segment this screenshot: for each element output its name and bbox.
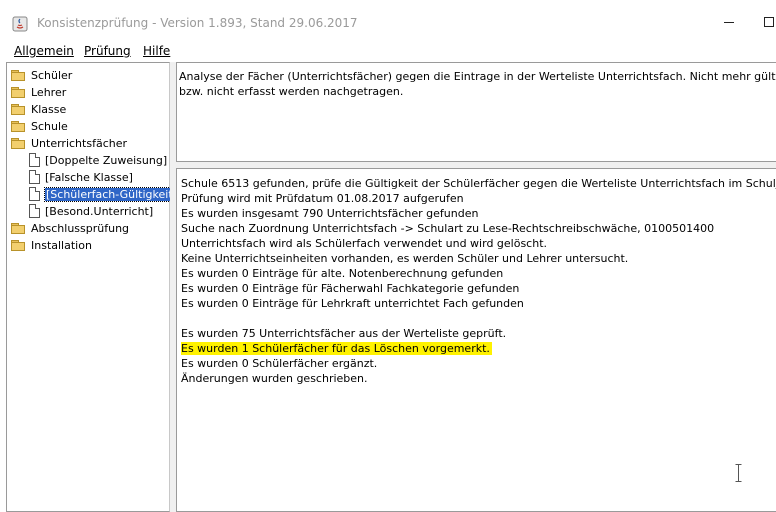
log-line: Schule 6513 gefunden, prüfe die Gültigke… <box>181 177 776 190</box>
maximize-button[interactable] <box>760 12 776 32</box>
log-line: Unterrichtsfach wird als Schülerfach ver… <box>181 237 548 250</box>
tree-item-label: Schüler <box>31 68 73 82</box>
tree-item-label: Lehrer <box>31 85 67 99</box>
log-output-pane[interactable]: Schule 6513 gefunden, prüfe die Gültigke… <box>176 168 776 512</box>
tree-item-label: Klasse <box>31 102 67 116</box>
description-pane: Analyse der Fächer (Unterrichtsfächer) g… <box>176 62 776 162</box>
log-line: Prüfung wird mit Prüfdatum 01.08.2017 au… <box>181 192 464 205</box>
log-line: Es wurden 0 Schülerfächer ergänzt. <box>181 357 378 370</box>
log-line: Es wurden 75 Unterrichtsfächer aus der W… <box>181 327 507 340</box>
tree-item-label: [Besond.Unterricht] <box>45 204 154 218</box>
folder-icon <box>11 222 25 234</box>
tree-item-label: Schule <box>31 119 68 133</box>
menu-pruefung[interactable]: Prüfung <box>84 44 131 58</box>
title-bar: Konsistenzprüfung - Version 1.893, Stand… <box>0 0 776 40</box>
log-line: Es wurden insgesamt 790 Unterrichtsfäche… <box>181 207 479 220</box>
tree-item-besond-unterricht[interactable]: [Besond.Unterricht] <box>29 203 153 219</box>
tree-item-falsche-klasse[interactable]: [Falsche Klasse] <box>29 169 133 185</box>
folder-icon <box>11 239 25 251</box>
java-app-icon <box>12 16 28 32</box>
description-line: bzw. nicht erfasst werden nachgetragen. <box>179 85 404 98</box>
log-line: Es wurden 0 Einträge für alte. Notenbere… <box>181 267 504 280</box>
log-line: Suche nach Zuordnung Unterrichtsfach -> … <box>181 222 715 235</box>
document-icon <box>29 153 40 167</box>
document-icon <box>29 204 40 218</box>
document-icon <box>29 187 40 201</box>
tree-item-unterrichtsfaecher[interactable]: Unterrichtsfächer <box>11 135 127 151</box>
menu-bar: Allgemein Prüfung Hilfe <box>0 40 776 62</box>
folder-icon <box>11 120 25 132</box>
log-highlight: Es wurden 1 Schülerfächer für das Lösche… <box>181 342 492 355</box>
tree-item-schuelerfach-gueltigkeit[interactable]: [Schülerfach-Gültigkeit] <box>29 186 179 202</box>
text-cursor-icon <box>735 464 742 482</box>
folder-icon <box>11 69 25 81</box>
minimize-button[interactable] <box>718 12 742 32</box>
tree-item-doppelte-zuweisung[interactable]: [Doppelte Zuweisung] <box>29 152 167 168</box>
tree-item-label: [Falsche Klasse] <box>45 170 133 184</box>
window-title: Konsistenzprüfung - Version 1.893, Stand… <box>37 16 358 30</box>
tree-item-label: Abschlussprüfung <box>31 221 130 235</box>
tree-item-abschlusspruefung[interactable]: Abschlussprüfung <box>11 220 129 236</box>
menu-allgemein[interactable]: Allgemein <box>14 44 74 58</box>
tree-item-schule[interactable]: Schule <box>11 118 68 134</box>
log-line: Änderungen wurden geschrieben. <box>181 372 368 385</box>
tree-item-label-selected: [Schülerfach-Gültigkeit] <box>44 186 179 202</box>
log-line: Es wurden 0 Einträge für Lehrkraft unter… <box>181 297 524 310</box>
open-folder-icon <box>11 137 25 149</box>
tree-item-lehrer[interactable]: Lehrer <box>11 84 66 100</box>
document-icon <box>29 170 40 184</box>
tree-item-schueler[interactable]: Schüler <box>11 67 72 83</box>
navigation-tree: Schüler Lehrer Klasse Schule Unterrichts… <box>6 62 179 512</box>
log-line-highlighted: Es wurden 1 Schülerfächer für das Lösche… <box>181 341 492 356</box>
log-line: Es wurden 0 Einträge für Fächerwahl Fach… <box>181 282 520 295</box>
folder-icon <box>11 86 25 98</box>
tree-item-label: [Doppelte Zuweisung] <box>45 153 168 167</box>
tree-item-label: Installation <box>31 238 92 252</box>
log-line: Keine Unterrichtseinheiten vorhanden, es… <box>181 252 629 265</box>
description-line: Analyse der Fächer (Unterrichtsfächer) g… <box>179 70 776 83</box>
folder-icon <box>11 103 25 115</box>
menu-hilfe[interactable]: Hilfe <box>143 44 170 58</box>
tree-item-klasse[interactable]: Klasse <box>11 101 66 117</box>
tree-item-installation[interactable]: Installation <box>11 237 92 253</box>
tree-item-label: Unterrichtsfächer <box>31 136 127 150</box>
